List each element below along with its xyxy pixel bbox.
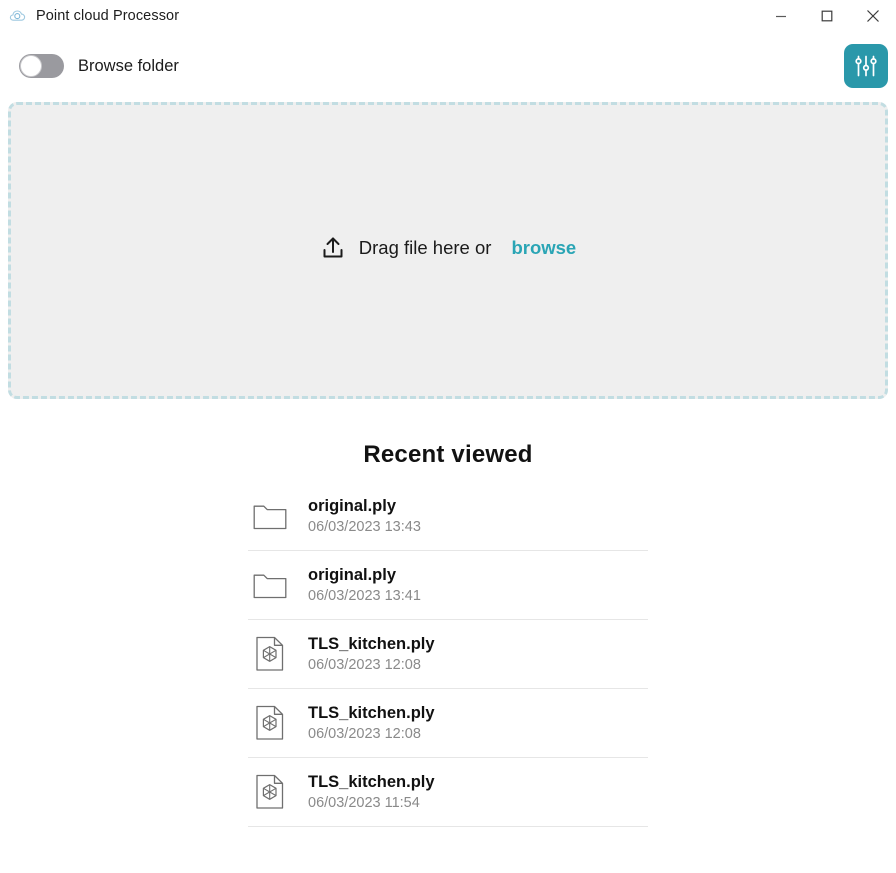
minimize-button[interactable] [758, 0, 804, 32]
file-date: 06/03/2023 12:08 [308, 656, 421, 673]
file-dropzone[interactable]: Drag file here or browse [8, 102, 888, 399]
file-date: 06/03/2023 13:43 [308, 518, 421, 535]
sliders-icon [853, 53, 879, 79]
window-controls [758, 0, 896, 32]
file-name: TLS_kitchen.ply [308, 772, 435, 791]
cloud-icon [9, 7, 27, 25]
file-date: 06/03/2023 11:54 [308, 794, 420, 811]
ply-file-icon [248, 636, 292, 672]
list-item[interactable]: TLS_kitchen.ply 06/03/2023 11:54 [248, 758, 648, 827]
dropzone-text: Drag file here or [358, 236, 492, 258]
list-item[interactable]: original.ply 06/03/2023 13:43 [248, 482, 648, 551]
upload-icon [320, 235, 346, 261]
file-name: original.ply [308, 496, 397, 515]
folder-icon [248, 501, 292, 531]
ply-file-icon [248, 774, 292, 810]
toolbar: Browse folder [0, 32, 896, 100]
list-item-text: TLS_kitchen.ply 06/03/2023 11:54 [308, 773, 435, 812]
browse-folder-label: Browse folder [78, 56, 179, 75]
folder-icon [248, 570, 292, 600]
dropzone-content: Drag file here or browse [320, 235, 576, 261]
list-item-text: TLS_kitchen.ply 06/03/2023 12:08 [308, 704, 435, 743]
maximize-button[interactable] [804, 0, 850, 32]
list-item[interactable]: TLS_kitchen.ply 06/03/2023 12:08 [248, 620, 648, 689]
recent-viewed-list: original.ply 06/03/2023 13:43 original.p… [248, 482, 648, 827]
file-date: 06/03/2023 12:08 [308, 725, 421, 742]
file-name: TLS_kitchen.ply [308, 703, 435, 722]
browse-folder-control[interactable]: Browse folder [19, 54, 179, 78]
list-item-text: TLS_kitchen.ply 06/03/2023 12:08 [308, 635, 435, 674]
close-button[interactable] [850, 0, 896, 32]
list-item[interactable]: TLS_kitchen.ply 06/03/2023 12:08 [248, 689, 648, 758]
title-bar: Point cloud Processor [0, 0, 896, 32]
browse-link[interactable]: browse [511, 237, 576, 259]
list-item-text: original.ply 06/03/2023 13:41 [308, 566, 421, 605]
browse-folder-toggle[interactable] [19, 54, 64, 78]
settings-button[interactable] [844, 44, 888, 88]
toggle-knob [20, 55, 42, 77]
title-bar-left: Point cloud Processor [0, 7, 179, 25]
list-item-text: original.ply 06/03/2023 13:43 [308, 497, 421, 536]
file-name: TLS_kitchen.ply [308, 634, 435, 653]
file-name: original.ply [308, 565, 397, 584]
recent-viewed-title: Recent viewed [363, 441, 533, 468]
file-date: 06/03/2023 13:41 [308, 587, 421, 604]
list-item[interactable]: original.ply 06/03/2023 13:41 [248, 551, 648, 620]
ply-file-icon [248, 705, 292, 741]
window-title: Point cloud Processor [36, 8, 180, 24]
